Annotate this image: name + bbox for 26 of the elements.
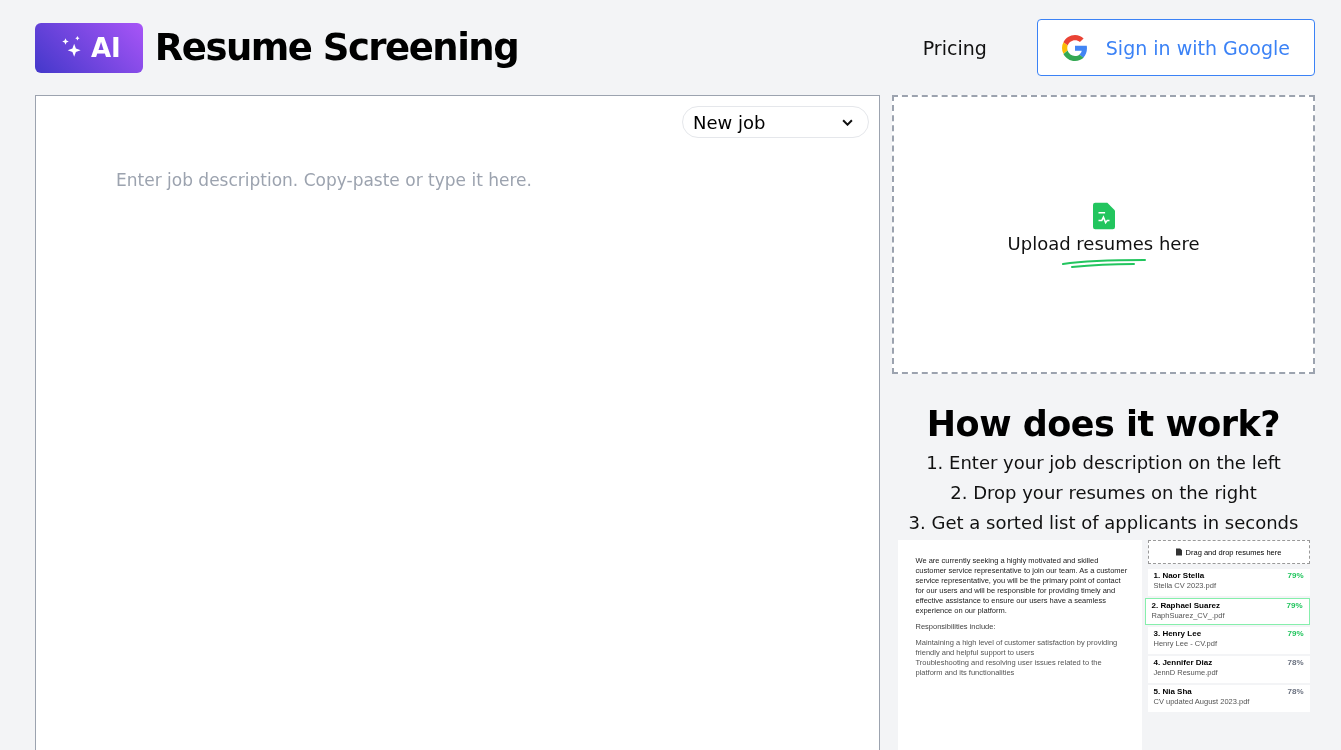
step-text: 2. Drop your resumes on the right — [950, 481, 1257, 505]
pricing-link[interactable]: Pricing — [922, 36, 987, 59]
applicant-name: 3. Henry Lee — [1153, 629, 1203, 638]
applicant-name: 5. Nia Sha — [1153, 687, 1193, 696]
chevron-icon — [842, 118, 853, 126]
applicant-name: 2. Raphael Suarez — [1151, 601, 1221, 610]
score: 78% — [1287, 687, 1304, 696]
step-text: 3. Get a sorted list of applicants in seconds — [908, 511, 1299, 535]
how-heading: How does it work? — [926, 404, 1281, 444]
applicant-name: 4. Jennifer Diaz — [1153, 658, 1214, 667]
upload-label: Upload resumes here — [1007, 233, 1200, 254]
google-icon — [1061, 34, 1088, 61]
step-text: 1. Enter your job description on the left — [926, 451, 1281, 475]
google-signin-button[interactable]: Sign in with Google — [1036, 19, 1315, 76]
document-icon — [1092, 201, 1115, 231]
document-icon — [1175, 548, 1182, 556]
score: 79% — [1287, 571, 1304, 580]
score: 79% — [1287, 629, 1304, 638]
job-description-field[interactable]: New job Enter job description. Copy-paste or type it here. — [35, 95, 880, 750]
site-title: Resume Screening — [154, 26, 519, 69]
job-select[interactable]: New job — [682, 106, 869, 138]
applicant-name: 1. Naor Stella — [1153, 571, 1206, 580]
upload-dropzone[interactable]: Upload resumes here — [892, 95, 1315, 374]
score: 79% — [1286, 601, 1303, 610]
logo-text: AI — [91, 32, 121, 63]
score: 78% — [1287, 658, 1304, 667]
